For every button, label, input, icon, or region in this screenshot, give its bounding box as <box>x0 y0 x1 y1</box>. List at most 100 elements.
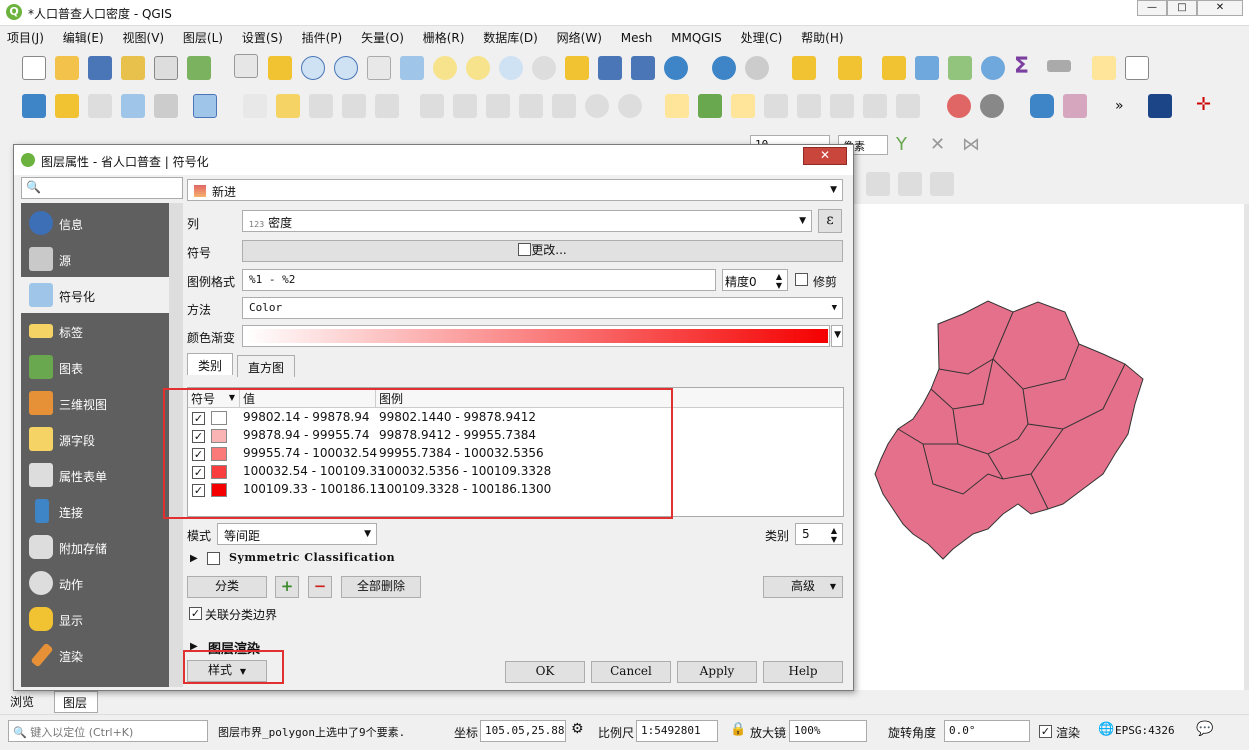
pin-label-icon[interactable] <box>764 94 788 118</box>
toolbar-overflow-icon[interactable]: » <box>1115 98 1124 114</box>
text-annotation-icon[interactable] <box>1125 56 1149 80</box>
refresh-icon[interactable] <box>664 56 688 80</box>
zoom-selection-icon[interactable] <box>433 56 457 80</box>
dialog-close-button[interactable]: ✕ <box>803 147 847 165</box>
crs-label[interactable]: EPSG:4326 <box>1115 724 1175 737</box>
sidebar-item-source[interactable]: 源 <box>21 241 169 277</box>
cut-features-icon[interactable] <box>486 94 510 118</box>
crosshair-icon[interactable]: ✛ <box>1196 94 1211 115</box>
column-select[interactable]: 123 密度 ▼ <box>242 210 812 232</box>
minimize-button[interactable]: — <box>1137 0 1167 16</box>
virtual-layer-icon[interactable] <box>154 94 178 118</box>
bookmark-icon[interactable] <box>598 56 622 80</box>
identify-icon[interactable] <box>712 56 736 80</box>
current-edits-icon[interactable] <box>243 94 267 118</box>
spinner-arrows-icon[interactable]: ▲ ▼ <box>831 526 837 544</box>
method-select[interactable]: Color ▼ <box>242 297 843 319</box>
run-action-icon[interactable] <box>745 56 769 80</box>
extents-icon[interactable]: ⚙ <box>571 721 584 737</box>
zoom-next-icon[interactable] <box>532 56 556 80</box>
vertex-tool-icon[interactable] <box>375 94 399 118</box>
window-close-button[interactable]: ✕ <box>1197 0 1243 16</box>
statistics-icon[interactable]: Σ <box>1014 54 1029 79</box>
locator-input[interactable]: 🔍 键入以定位 (Ctrl+K) <box>8 720 208 742</box>
zoom-last-icon[interactable] <box>499 56 523 80</box>
add-class-button[interactable]: + <box>275 576 299 598</box>
menu-mesh[interactable]: Mesh <box>614 28 661 45</box>
spinner-arrows-icon[interactable]: ▲ ▼ <box>776 272 782 290</box>
classify-button[interactable]: 分类 <box>187 576 267 598</box>
change-symbol-button[interactable]: 更改... <box>242 240 843 262</box>
tab-layers[interactable]: 图层 <box>54 691 98 713</box>
new-project-icon[interactable] <box>22 56 46 80</box>
menu-help[interactable]: 帮助(H) <box>794 26 851 46</box>
select-by-value-icon[interactable] <box>838 56 862 80</box>
precision-spinbox[interactable]: 精度0 ▲ ▼ <box>722 269 788 291</box>
link-boundaries-checkbox[interactable]: ✓ <box>189 607 202 620</box>
zoom-full-icon[interactable] <box>400 56 424 80</box>
sidebar-item-rendering[interactable]: 渲染 <box>21 637 169 673</box>
plugin-2-icon[interactable] <box>980 94 1004 118</box>
paste-features-icon[interactable] <box>552 94 576 118</box>
sidebar-item-info[interactable]: 信息 <box>21 205 169 241</box>
tab-classes[interactable]: 类别 <box>187 353 234 375</box>
ok-button[interactable]: OK <box>505 661 585 683</box>
measure-icon[interactable] <box>1047 60 1071 72</box>
render-checkbox[interactable]: ✓ <box>1039 725 1052 738</box>
field-calculator-icon[interactable] <box>948 56 972 80</box>
maximize-button[interactable]: □ <box>1167 0 1197 16</box>
legend-format-field[interactable]: %1 - %2 <box>242 269 716 291</box>
menu-project[interactable]: 项目(J) <box>0 26 52 46</box>
color-ramp-dropdown[interactable]: ▼ <box>831 325 843 347</box>
tab-histogram[interactable]: 直方图 <box>237 355 296 377</box>
python-console-icon[interactable] <box>1030 94 1054 118</box>
classes-count-spinbox[interactable]: 5 ▲ ▼ <box>795 523 843 545</box>
label-tool-icon[interactable] <box>665 94 689 118</box>
help-button[interactable]: Help <box>763 661 843 683</box>
coordinate-field[interactable]: 105.05,25.88 <box>480 720 566 742</box>
delete-selected-icon[interactable] <box>453 94 477 118</box>
attribute-table-icon[interactable] <box>915 56 939 80</box>
messages-icon[interactable]: 💬 <box>1196 721 1213 737</box>
layout-manager-icon[interactable] <box>154 56 178 80</box>
mode-select[interactable]: 等间距 ▼ <box>217 523 377 545</box>
select-features-icon[interactable] <box>792 56 816 80</box>
help-icon[interactable] <box>1148 94 1172 118</box>
save-project-icon[interactable] <box>88 56 112 80</box>
sidebar-item-3d-view[interactable]: 三维视图 <box>21 385 169 421</box>
map-tips-icon[interactable] <box>1092 56 1116 80</box>
pan-to-selection-icon[interactable] <box>268 56 292 80</box>
menu-processing[interactable]: 处理(C) <box>734 26 791 46</box>
show-bookmarks-icon[interactable] <box>631 56 655 80</box>
new-print-layout-icon[interactable] <box>121 56 145 80</box>
digitize-icon[interactable] <box>121 94 145 118</box>
menu-layer[interactable]: 图层(L) <box>176 26 231 46</box>
menu-settings[interactable]: 设置(S) <box>235 26 291 46</box>
expression-button[interactable]: ε <box>818 209 842 233</box>
sidebar-item-joins[interactable]: 连接 <box>21 493 169 529</box>
move-label-icon[interactable] <box>830 94 854 118</box>
style-manager-icon[interactable] <box>187 56 211 80</box>
sidebar-item-labels[interactable]: 标签 <box>21 313 169 349</box>
new-map-view-icon[interactable] <box>565 56 589 80</box>
expand-arrow-icon[interactable]: ▶ <box>190 553 198 564</box>
rotation-field[interactable]: 0.0° <box>944 720 1030 742</box>
zoom-out-icon[interactable] <box>334 56 358 80</box>
snap-icon[interactable]: Y <box>896 134 907 155</box>
show-label-icon[interactable] <box>797 94 821 118</box>
save-edits-icon[interactable] <box>309 94 333 118</box>
open-project-icon[interactable] <box>55 56 79 80</box>
redo-icon[interactable] <box>618 94 642 118</box>
apply-button[interactable]: Apply <box>677 661 757 683</box>
add-feature-icon[interactable] <box>342 94 366 118</box>
sidebar-item-storage[interactable]: 附加存储 <box>21 529 169 565</box>
shape-tool-icon[interactable] <box>866 172 890 196</box>
sidebar-item-fields[interactable]: 源字段 <box>21 421 169 457</box>
pan-icon[interactable] <box>234 54 258 78</box>
intersection-icon[interactable]: ✕ <box>930 134 945 155</box>
sidebar-item-display[interactable]: 显示 <box>21 601 169 637</box>
plugin-3-icon[interactable] <box>1063 94 1087 118</box>
change-label-icon[interactable] <box>896 94 920 118</box>
deselect-icon[interactable] <box>882 56 906 80</box>
sidebar-item-actions[interactable]: 动作 <box>21 565 169 601</box>
